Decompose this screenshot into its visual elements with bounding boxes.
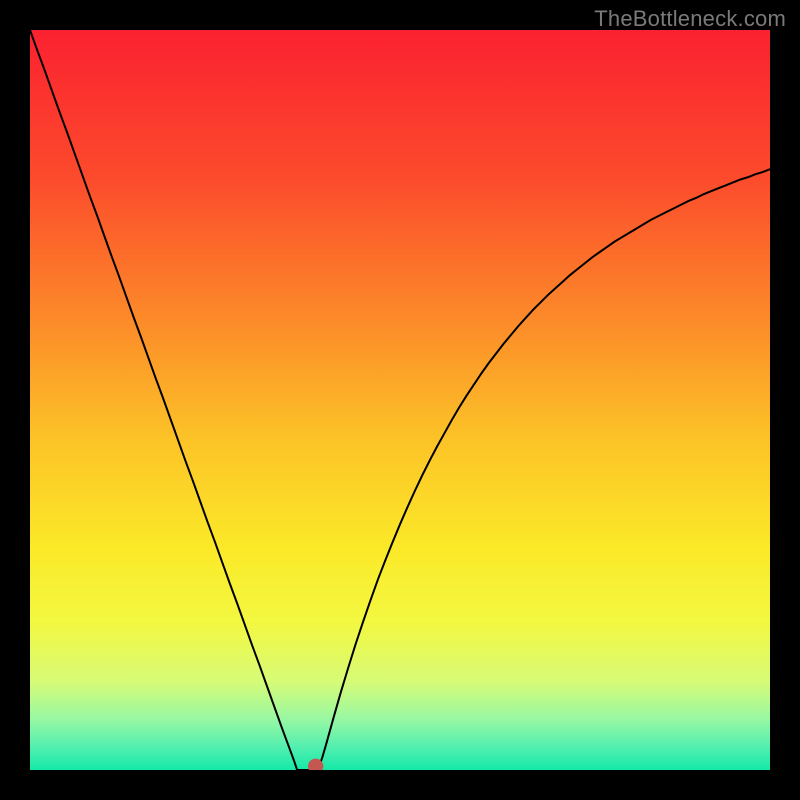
chart-svg xyxy=(30,30,770,770)
chart-frame: TheBottleneck.com xyxy=(0,0,800,800)
gradient-background xyxy=(30,30,770,770)
plot-area xyxy=(30,30,770,770)
watermark-text: TheBottleneck.com xyxy=(594,6,786,32)
